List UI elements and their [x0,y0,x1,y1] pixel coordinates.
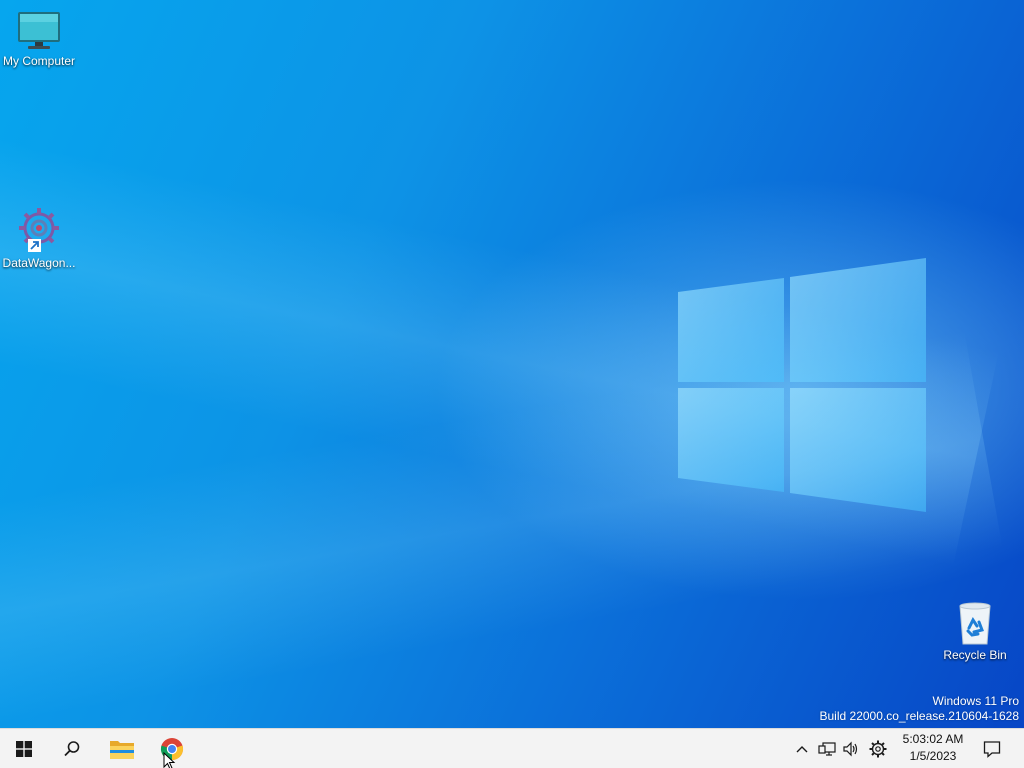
notification-icon [983,741,1001,758]
windows-logo-wallpaper [678,258,926,512]
computer-monitor-icon [18,12,60,49]
settings-tray-button[interactable] [866,729,890,768]
clock-time: 5:03:02 AM [902,732,964,746]
file-explorer-icon [110,741,134,759]
start-button[interactable] [0,729,48,768]
desktop-icon-my-computer[interactable]: My Computer [0,10,81,68]
windows-start-icon [16,741,32,757]
taskbar-file-explorer[interactable] [98,729,146,768]
clock-date: 1/5/2023 [909,749,957,763]
watermark-build: Build 22000.co_release.210604-1628 [819,709,1020,723]
recycle-bin-icon [959,602,991,645]
show-hidden-icons-button[interactable] [792,729,812,768]
desktop-icon-recycle-bin[interactable]: Recycle Bin [933,600,1017,662]
volume-icon [843,741,858,757]
search-button[interactable] [48,729,96,768]
notifications-button[interactable] [978,729,1006,768]
network-button[interactable] [816,729,838,768]
desktop[interactable]: My Computer DataWagon... Recycle Bin Win… [0,0,1024,728]
search-icon [64,741,80,757]
desktop-icon-label: Recycle Bin [943,648,1007,662]
desktop-icon-datawagon[interactable]: DataWagon... [0,206,81,270]
desktop-icon-label: My Computer [2,54,76,68]
network-icon [818,742,836,756]
watermark-edition: Windows 11 Pro [932,694,1019,708]
settings-gear-icon [869,740,887,758]
windows-version-watermark: Windows 11 Pro Build 22000.co_release.21… [820,694,1020,724]
mouse-pointer-icon [163,752,176,768]
volume-button[interactable] [840,729,862,768]
taskbar-clock[interactable]: 5:03:02 AM 1/5/2023 [894,731,972,765]
desktop-icon-label: DataWagon... [2,256,76,270]
taskbar: 5:03:02 AM 1/5/2023 [0,728,1024,768]
datawagon-gear-icon [19,208,59,252]
chevron-up-icon [796,746,808,753]
